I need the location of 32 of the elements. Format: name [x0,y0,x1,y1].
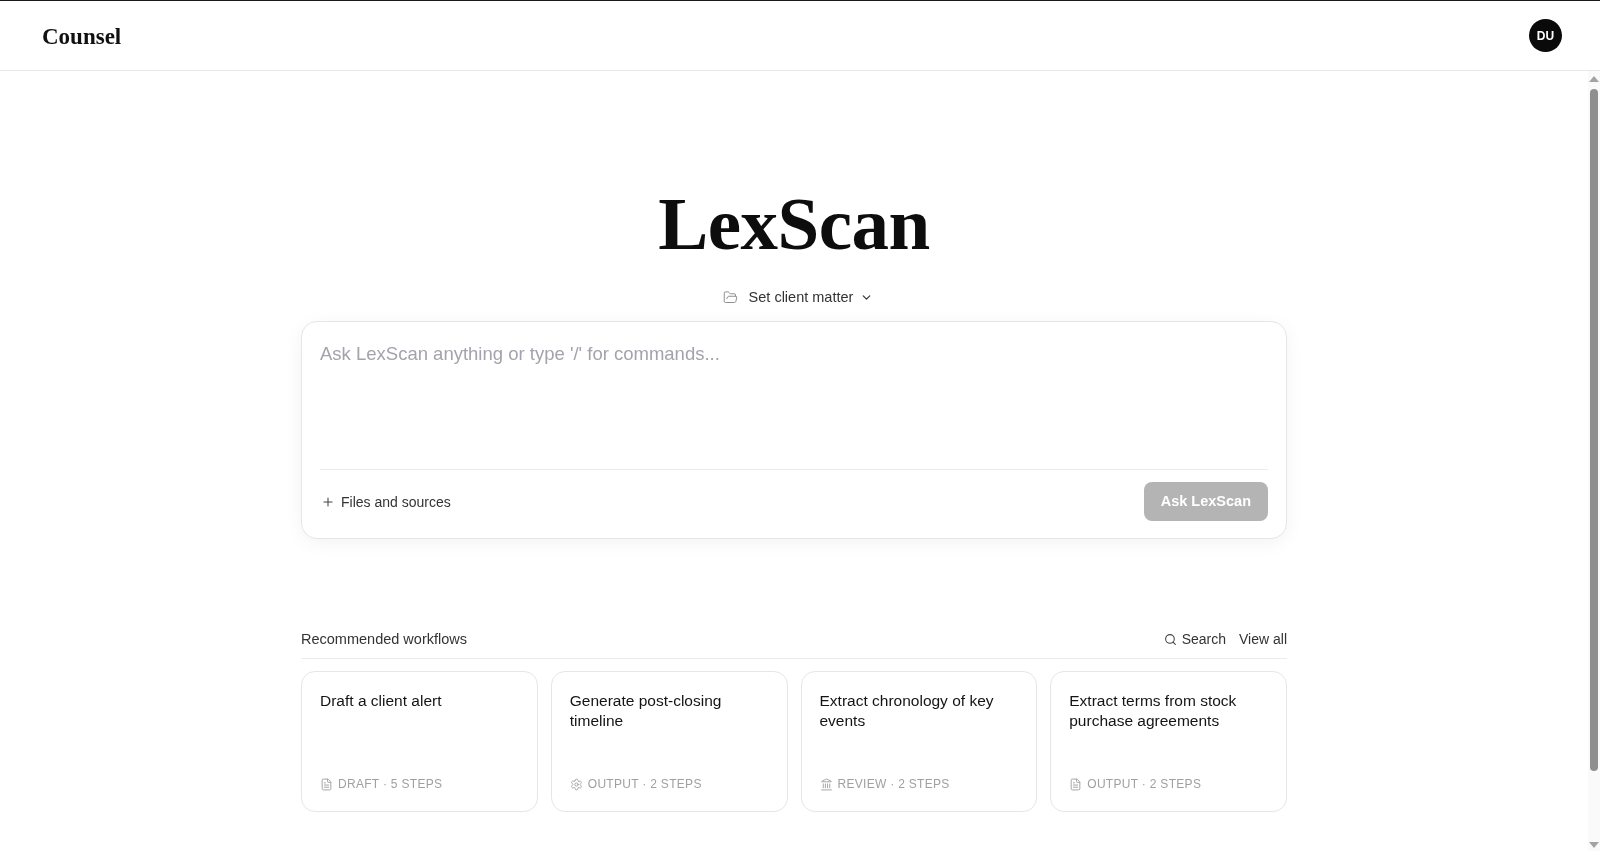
plus-icon [321,494,335,509]
search-button[interactable]: Search [1163,629,1226,649]
workflows-heading: Recommended workflows [301,630,467,649]
workflow-title: Extract terms from stock purchase agreements [1069,691,1238,731]
workflow-title: Extract chronology of key events [819,691,995,731]
search-icon [1163,632,1177,646]
workflow-card[interactable]: Draft a client alert DRAFT · 5 STEPS [301,671,538,812]
workflow-meta: DRAFT · 5 STEPS [338,776,443,792]
workflow-card[interactable]: Generate post-closing timeline OUTPUT · 2 STEPS [550,671,788,812]
pillared-building-icon [819,777,833,791]
scroll-up-icon[interactable] [1589,76,1599,82]
view-all-link[interactable]: View all [1239,629,1287,649]
workflow-meta: REVIEW · 2 STEPS [837,776,950,792]
scroll-down-icon[interactable] [1589,842,1599,848]
app-logo[interactable]: Counsel [42,25,122,48]
gear-icon [569,777,583,791]
client-matter-dropdown[interactable]: Set client matter [722,287,874,307]
prompt-field[interactable]: Ask LexScan anything or type '/' for commands... [320,341,1268,469]
workflow-title: Generate post-closing timeline [569,691,723,731]
scrollbar[interactable] [1588,71,1600,851]
workflow-meta: OUTPUT · 2 STEPS [587,776,702,792]
scrollbar-thumb[interactable] [1590,89,1598,771]
files-and-sources-button[interactable]: Files and sources [321,491,451,512]
workflow-card[interactable]: Extract chronology of key events REVIEW · 2 STEPS [800,671,1038,812]
workflow-meta: OUTPUT · 2 STEPS [1087,776,1202,792]
document-icon [320,777,333,791]
lexscan-title: LexScan [658,186,930,261]
folder-icon [722,289,738,305]
workflow-title: Draft a client alert [320,691,443,711]
workflow-card[interactable]: Extract terms from stock purchase agreements OUTPUT · 2 STEPS [1050,671,1287,812]
user-avatar[interactable]: DU [1529,19,1562,52]
document-icon [1069,777,1083,791]
